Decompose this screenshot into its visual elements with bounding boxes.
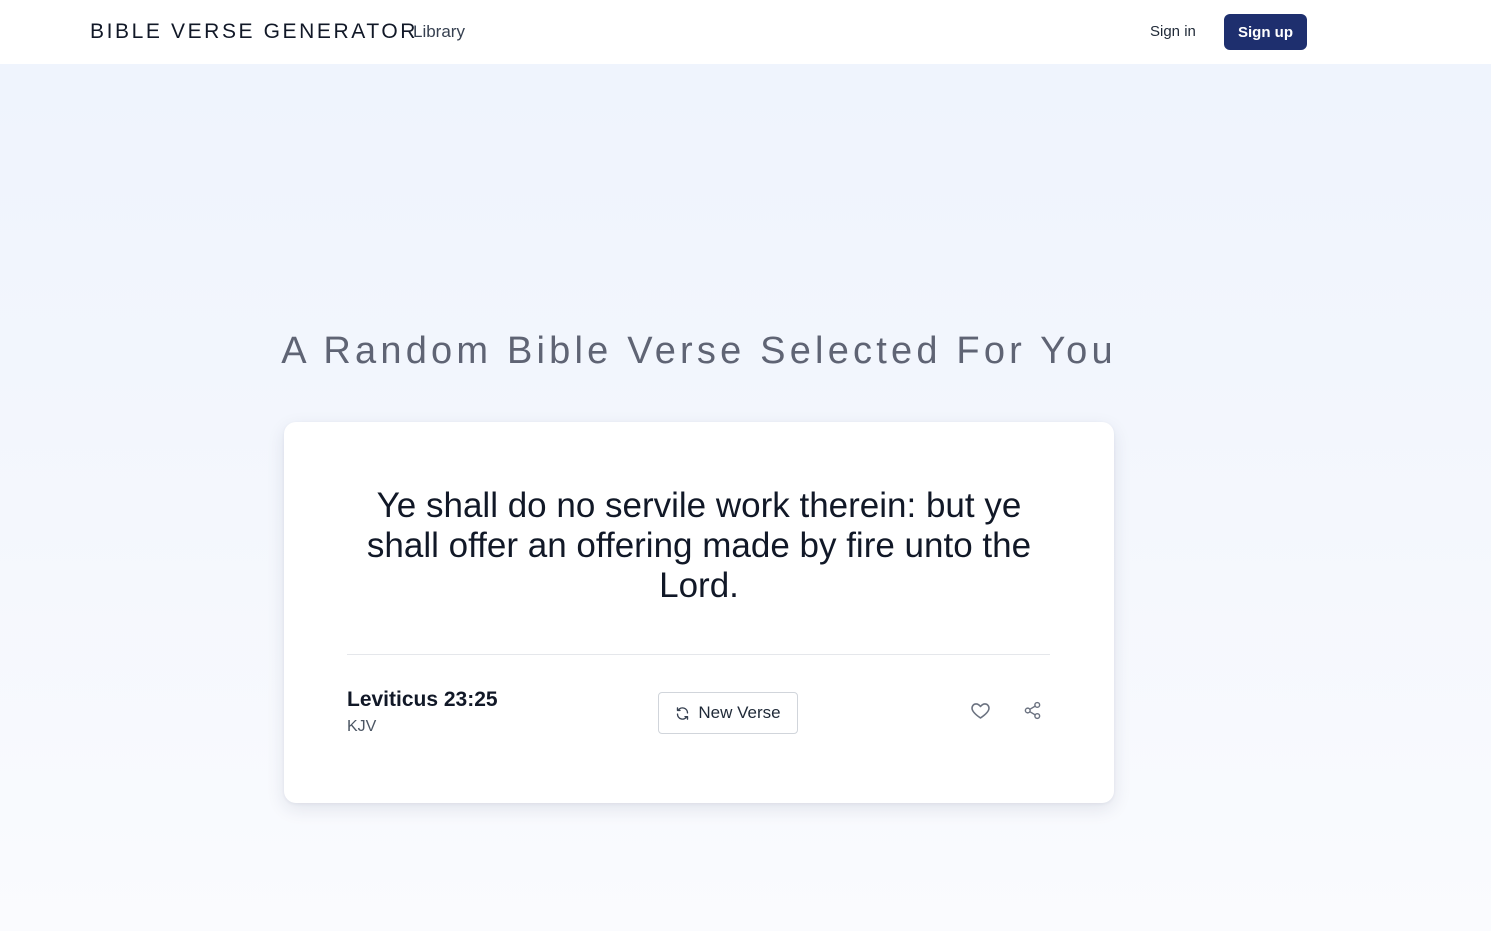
new-verse-button[interactable]: New Verse xyxy=(658,692,798,734)
brand-logo[interactable]: BIBLE VERSE GENERATOR xyxy=(90,20,418,44)
sign-in-link[interactable]: Sign in xyxy=(1150,23,1196,40)
top-navbar: BIBLE VERSE GENERATOR Library Sign in Si… xyxy=(0,0,1491,64)
heart-icon xyxy=(970,700,991,726)
verse-reference: Leviticus 23:25 xyxy=(347,688,498,711)
nav-library-link[interactable]: Library xyxy=(413,22,465,42)
verse-version: KJV xyxy=(347,718,377,735)
new-verse-label: New Verse xyxy=(698,703,781,722)
share-button[interactable] xyxy=(1020,701,1044,725)
card-divider xyxy=(347,654,1050,655)
refresh-icon xyxy=(675,706,690,721)
verse-text: Ye shall do no servile work therein: but… xyxy=(366,486,1032,605)
share-icon xyxy=(1023,701,1042,725)
sign-up-button[interactable]: Sign up xyxy=(1224,14,1307,50)
verse-card: Ye shall do no servile work therein: but… xyxy=(284,422,1114,803)
page-headline: A Random Bible Verse Selected For You xyxy=(281,330,1117,372)
like-button[interactable] xyxy=(968,701,992,725)
